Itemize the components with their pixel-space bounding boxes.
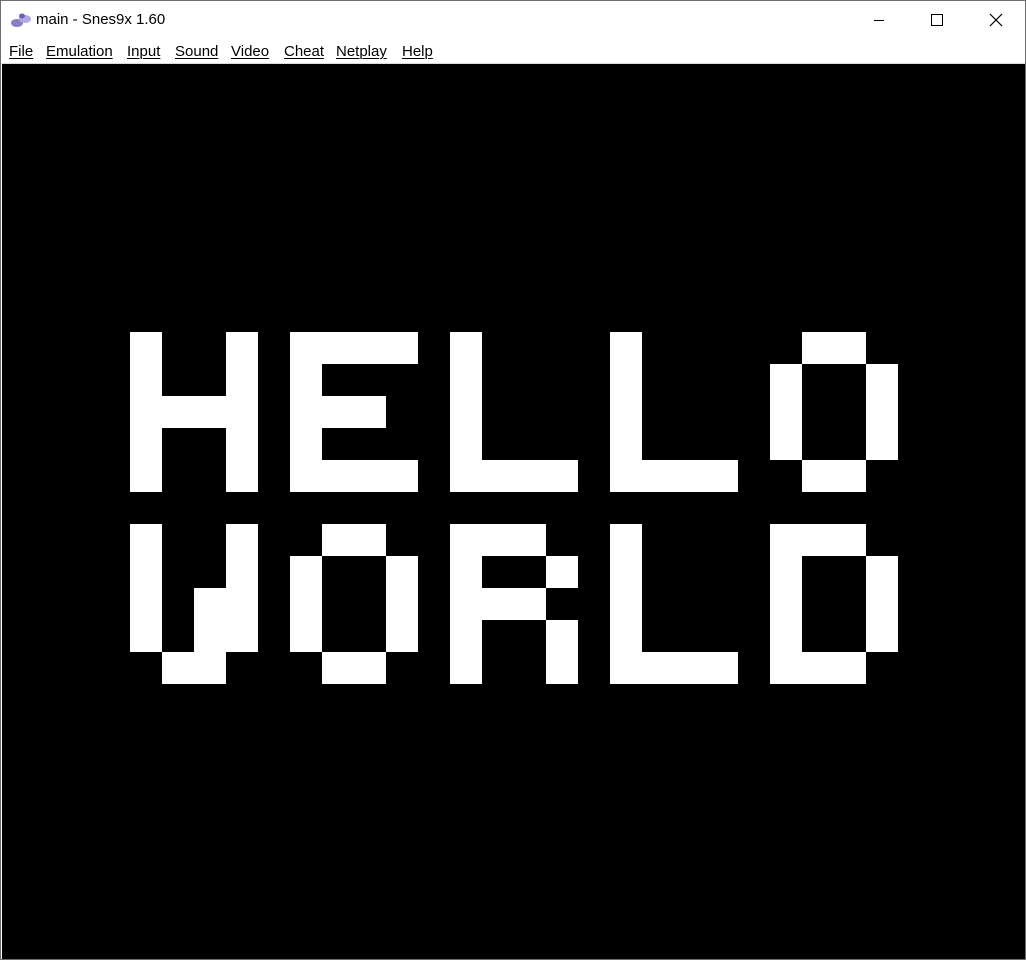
close-icon (989, 13, 1003, 27)
glyph-pixel (610, 524, 642, 684)
glyph-d (770, 524, 898, 684)
menu-help[interactable]: Help (402, 43, 433, 60)
glyph-pixel (802, 332, 866, 364)
maximize-icon (931, 14, 943, 26)
menu-netplay[interactable]: Netplay (336, 43, 387, 60)
glyph-pixel (322, 524, 386, 556)
glyph-pixel (322, 652, 386, 684)
glyph-pixel (610, 332, 642, 492)
menu-sound[interactable]: Sound (175, 43, 218, 60)
menu-bar: File Emulation Input Sound Video Cheat N… (1, 39, 1025, 64)
glyph-pixel (482, 460, 578, 492)
glyph-pixel (226, 332, 258, 492)
glyph-pixel (802, 460, 866, 492)
glyph-pixel (162, 396, 226, 428)
glyph-l (610, 332, 738, 492)
menu-cheat[interactable]: Cheat (284, 43, 324, 60)
glyph-pixel (482, 524, 546, 556)
glyph-pixel (290, 332, 322, 492)
menu-input[interactable]: Input (127, 43, 160, 60)
glyph-e (290, 332, 418, 492)
glyph-pixel (450, 332, 482, 492)
glyph-pixel (322, 332, 418, 364)
glyph-pixel (482, 588, 546, 620)
glyph-pixel (450, 524, 482, 684)
close-button[interactable] (967, 1, 1025, 39)
glyph-w (130, 524, 258, 684)
minimize-button[interactable] (850, 1, 908, 39)
snes9x-window: main - Snes9x 1.60 File Emulation Input … (0, 0, 1026, 960)
glyph-pixel (770, 524, 802, 684)
glyph-pixel (226, 524, 258, 652)
glyph-pixel (162, 652, 194, 684)
maximize-button[interactable] (908, 1, 966, 39)
glyph-l (450, 332, 578, 492)
title-bar[interactable]: main - Snes9x 1.60 (1, 1, 1025, 39)
glyph-pixel (130, 332, 162, 492)
glyph-pixel (194, 588, 226, 684)
glyph-pixel (866, 364, 898, 460)
minimize-icon (874, 20, 884, 21)
glyph-pixel (546, 556, 578, 588)
glyph-pixel (130, 524, 162, 652)
glyph-pixel (546, 620, 578, 684)
glyph-pixel (770, 364, 802, 460)
snes9x-app-icon[interactable] (10, 11, 32, 29)
glyph-r (450, 524, 578, 684)
menu-file[interactable]: File (9, 43, 33, 60)
menu-emulation[interactable]: Emulation (46, 43, 113, 60)
glyph-o (770, 332, 898, 492)
glyph-pixel (322, 396, 386, 428)
glyph-o (290, 524, 418, 684)
hello-world-pixel-text (130, 332, 898, 684)
glyph-l (610, 524, 738, 684)
glyph-h (130, 332, 258, 492)
game-screen[interactable] (2, 64, 1025, 959)
glyph-pixel (866, 556, 898, 652)
glyph-pixel (802, 652, 866, 684)
glyph-pixel (642, 652, 738, 684)
glyph-pixel (322, 460, 418, 492)
window-title: main - Snes9x 1.60 (36, 11, 166, 28)
glyph-pixel (290, 556, 322, 652)
menu-video[interactable]: Video (231, 43, 269, 60)
glyph-pixel (386, 556, 418, 652)
glyph-pixel (642, 460, 738, 492)
glyph-pixel (802, 524, 866, 556)
